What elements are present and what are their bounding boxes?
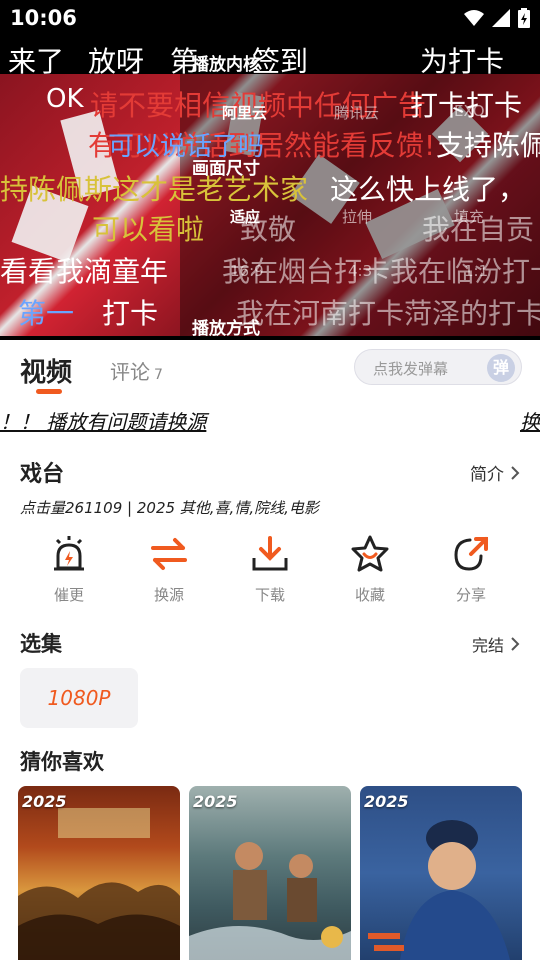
download-label: 下载	[254, 586, 285, 604]
size-option-16-9[interactable]: 16:9	[230, 262, 264, 280]
danmaku-toggle-button[interactable]: 弹	[487, 354, 515, 382]
recommendation-year: 2025	[22, 792, 67, 811]
favorite-label: 收藏	[354, 586, 385, 604]
episodes-title: 选集	[20, 632, 62, 656]
danmaku-item: 持陈佩斯这才是老艺术家	[0, 173, 309, 206]
intro-label: 简介	[470, 465, 504, 485]
episodes-more-link[interactable]: 完结	[472, 632, 520, 656]
status-bar: 10:06	[0, 0, 540, 36]
danmaku-item: 这么快上线了，	[330, 173, 527, 206]
tab-comments[interactable]: 评论 7	[110, 356, 163, 385]
episodes-status: 完结	[471, 636, 504, 655]
video-title: 戏台	[20, 462, 65, 487]
share-button[interactable]: 分享	[431, 534, 511, 605]
episode-chip[interactable]: 1080P	[20, 668, 138, 728]
danmaku-input[interactable]: 点我发弹幕 弹	[354, 349, 522, 385]
danmaku-item: OK	[46, 84, 84, 114]
status-time: 10:06	[10, 6, 77, 30]
wifi-icon	[464, 10, 484, 26]
notice-tail: 换	[520, 410, 540, 434]
chevron-right-icon	[511, 465, 520, 480]
recommendations-title: 猜你喜欢	[20, 750, 104, 774]
notice-text: ！！ 播放有问题请换源	[0, 410, 207, 434]
size-option-fill[interactable]: 填充	[454, 206, 484, 227]
danmaku-item: 打卡	[102, 297, 159, 330]
remind-update-label: 催更	[53, 586, 84, 604]
alarm-icon	[54, 536, 84, 571]
danmaku-item: 支持陈佩	[436, 129, 540, 162]
switch-source-label: 换源	[153, 586, 184, 604]
favorite-button[interactable]: 收藏	[330, 534, 410, 605]
detail-tabs: 视频 评论 7 点我发弹幕 弹	[0, 340, 540, 400]
danmaku-placeholder: 点我发弹幕	[373, 360, 449, 378]
mode-section-title: 播放方式	[192, 319, 260, 339]
danmaku-item: 我在烟台打卡我在临汾打卡	[222, 255, 540, 288]
danmaku-item: 为打卡	[420, 45, 505, 78]
recommendation-card[interactable]: 2025	[360, 786, 522, 960]
status-icons	[464, 8, 530, 28]
download-icon	[252, 536, 288, 571]
tab-indicator	[36, 389, 62, 394]
core-section-title: 播放内核	[192, 55, 260, 75]
danmaku-item: 来了	[8, 45, 65, 78]
recommendation-year: 2025	[193, 792, 238, 811]
core-option-exo[interactable]: EXO	[454, 102, 485, 120]
danmaku-item: 第一	[18, 297, 75, 330]
tab-comments-label: 评论	[110, 360, 150, 384]
size-option-1-1[interactable]: 1:1	[464, 262, 488, 280]
danmaku-item: 我在河南打卡菏泽的打卡	[236, 297, 540, 330]
battery-icon	[518, 8, 530, 28]
size-section-title: 画面尺寸	[192, 159, 260, 179]
swap-icon	[151, 538, 187, 570]
star-icon	[351, 535, 389, 572]
video-meta: 点击量261109 | 2025 其他,喜,情,院线,电影	[20, 499, 319, 517]
core-option-aliyun[interactable]: 阿里云	[222, 102, 267, 123]
danmaku-item: 签到	[252, 45, 309, 78]
download-button[interactable]: 下载	[230, 534, 310, 605]
share-label: 分享	[455, 586, 486, 604]
notice-marquee: ！！ 播放有问题请换源 换	[0, 404, 540, 436]
recommendation-year: 2025	[364, 792, 409, 811]
tab-video[interactable]: 视频	[20, 352, 72, 389]
danmaku-item: 看看我滴童年	[0, 255, 169, 288]
action-bar: 催更 换源 下载 收藏 分享	[0, 534, 540, 614]
core-option-tencent[interactable]: 腾讯云	[334, 102, 379, 123]
intro-link[interactable]: 简介	[470, 460, 520, 485]
danmaku-item: 放呀	[88, 45, 145, 78]
recommendation-card[interactable]: 2025	[18, 786, 180, 960]
poster-image	[18, 808, 180, 960]
poster-image	[368, 820, 510, 960]
recommendation-card[interactable]: 2025	[189, 786, 351, 960]
danmaku-item: 可以看啦	[92, 213, 205, 246]
size-option-4-3[interactable]: 4:3	[348, 262, 372, 280]
video-player[interactable]: 来了 放呀 第 签到 为打卡 OK 请不要相信视频中任何广告 打卡打卡 有可以说…	[0, 36, 540, 340]
remind-update-button[interactable]: 催更	[29, 534, 109, 605]
size-option-fit[interactable]: 适应	[230, 206, 260, 227]
chevron-right-icon	[511, 637, 520, 651]
comment-count: 7	[154, 367, 163, 383]
poster-badge	[321, 926, 343, 948]
switch-source-button[interactable]: 换源	[129, 534, 209, 605]
share-icon	[454, 537, 488, 571]
size-option-stretch[interactable]: 拉伸	[342, 206, 372, 227]
signal-icon	[492, 9, 510, 27]
